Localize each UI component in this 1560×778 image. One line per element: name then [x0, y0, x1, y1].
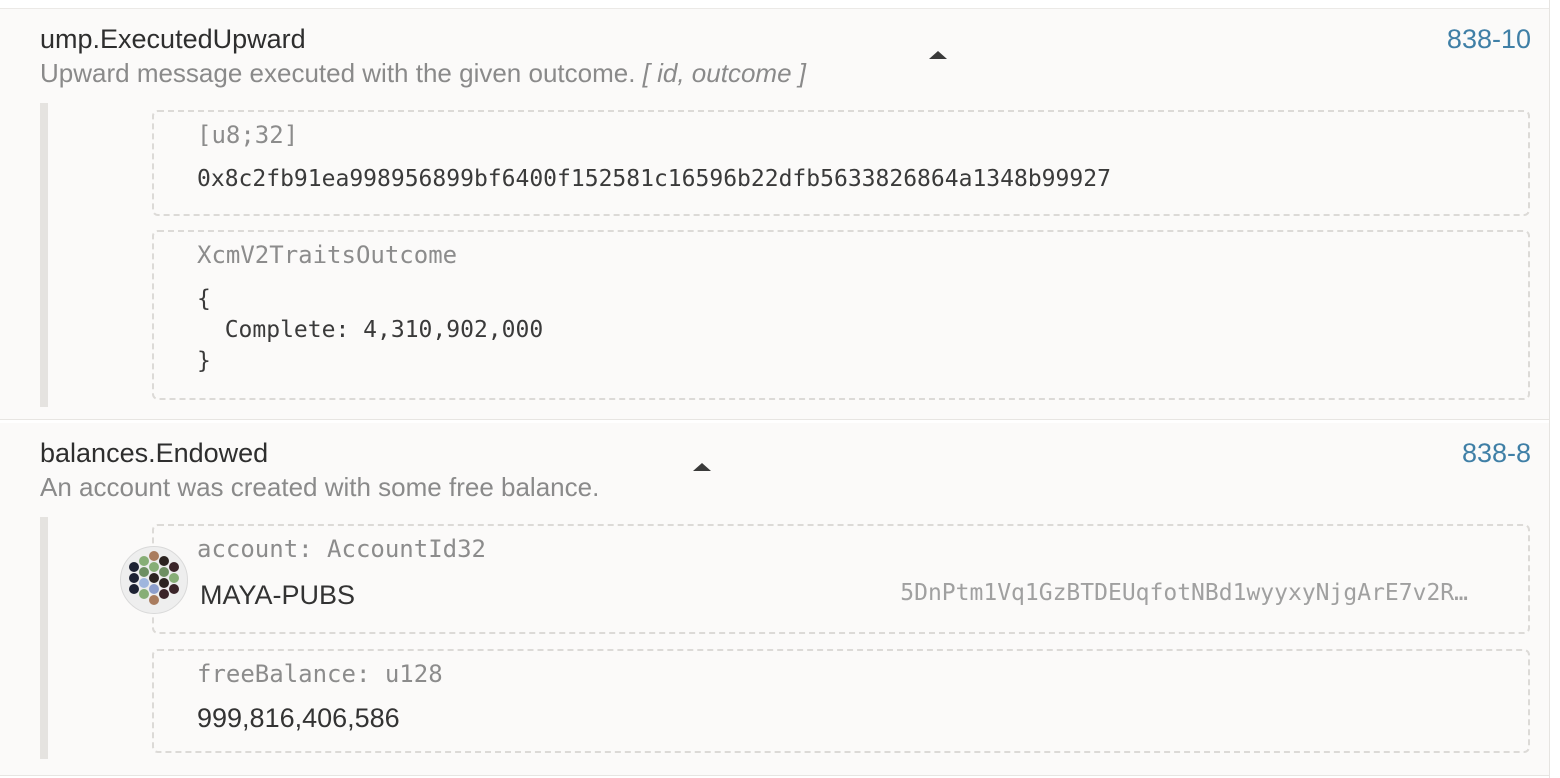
event-name: balances.Endowed [40, 438, 269, 468]
caret-up-icon[interactable] [929, 51, 947, 59]
param-type-label: freeBalance: u128 [197, 660, 443, 688]
param-type-label: XcmV2TraitsOutcome [197, 241, 458, 269]
event-name: ump.ExecutedUpward [40, 24, 306, 54]
params-left-bar [40, 517, 48, 759]
param-box: XcmV2TraitsOutcome { Complete: 4,310,902… [152, 230, 1530, 400]
event-description-text: An account was created with some free ba… [40, 472, 600, 502]
param-box: freeBalance: u128 999,816,406,586 [152, 649, 1530, 753]
event-description: Upward message executed with the given o… [40, 58, 806, 89]
param-type-label: [u8;32] [197, 121, 299, 149]
param-box: account: AccountId32 MAYA-PUBS 5DnPtm1Vq… [152, 524, 1530, 634]
param-box: [u8;32] 0x8c2fb91ea998956899bf6400f15258… [152, 110, 1530, 216]
account-name: MAYA-PUBS [200, 580, 356, 610]
scrollbar-track[interactable] [1549, 0, 1560, 778]
event-description: An account was created with some free ba… [40, 472, 599, 503]
param-value-balance: 999,816,406,586 [197, 703, 400, 733]
event-block-link[interactable]: 838-8 [1462, 438, 1531, 469]
params-left-bar [40, 103, 48, 407]
event-block-link[interactable]: 838-10 [1447, 24, 1531, 55]
event-row: balances.Endowed An account was created … [0, 423, 1549, 776]
events-panel: ump.ExecutedUpward Upward message execut… [0, 0, 1560, 778]
param-value-outcome: { Complete: 4,310,902,000 } [197, 286, 544, 374]
identicon[interactable] [120, 546, 188, 614]
param-value-hash: 0x8c2fb91ea998956899bf6400f152581c16596b… [197, 166, 1111, 192]
event-row: ump.ExecutedUpward Upward message execut… [0, 9, 1549, 420]
caret-up-icon[interactable] [693, 463, 711, 471]
param-type-label: account: AccountId32 [197, 535, 486, 563]
event-params-hint: [ id, outcome ] [642, 58, 806, 88]
account-address[interactable]: 5DnPtm1Vq1GzBTDEUqfotNBd1wyyxyNjgArE7v2R… [900, 580, 1468, 606]
event-description-text: Upward message executed with the given o… [40, 58, 636, 88]
identicon-graphic [122, 548, 186, 612]
